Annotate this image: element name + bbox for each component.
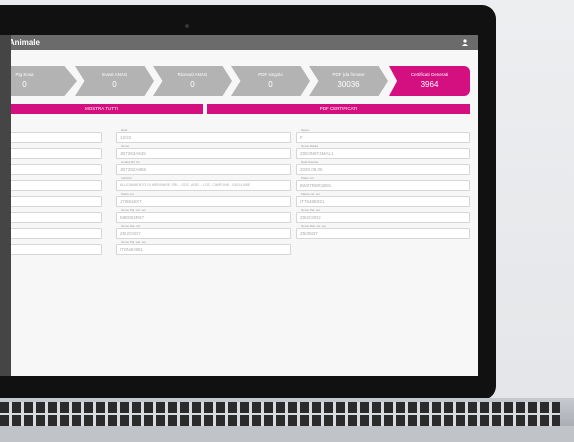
- field-label: Nome Pat. ser: [300, 208, 322, 212]
- step-value: 0: [268, 80, 273, 89]
- laptop-edge: [0, 426, 574, 442]
- keyboard: [0, 402, 560, 428]
- field-value: Z5I2C8O7: [120, 231, 141, 236]
- camera-dot: [185, 24, 189, 28]
- field-label: Data: [120, 128, 129, 132]
- pdf-certificates-button[interactable]: PDF CERTIFICATI: [207, 104, 470, 114]
- sidebar-strip: [0, 35, 11, 376]
- step-value: 0: [190, 80, 195, 89]
- step-pdf-singolo[interactable]: PDF singolo 0: [231, 66, 310, 96]
- field-value: Z0E3N9T4MAL1: [300, 151, 334, 156]
- nome-madre-field[interactable]: Nome Madre Z0E3N9T4MAL1: [296, 144, 470, 159]
- field-label: Nome: [120, 144, 131, 148]
- nome-pat-pat-field[interactable]: Nome Pat. pat. ser IT0N4H951: [116, 240, 291, 255]
- field-label: Nome Mat. col. ser: [300, 224, 328, 228]
- field-label: Codice Ril. Ex: [120, 160, 141, 164]
- field-label: Indirizzo: [120, 176, 134, 180]
- step-pig-sosa[interactable]: Pig Sosa 0: [0, 66, 77, 96]
- field-value: M6D0I4R67: [120, 215, 145, 220]
- step-value: 0: [112, 80, 117, 89]
- field-value: JB728ZA865: [120, 167, 147, 172]
- step-invest[interactable]: Invest ANAG 0: [75, 66, 154, 96]
- step-label: Certificati Generati: [410, 72, 449, 77]
- field-label: Data Nascita: [300, 160, 320, 164]
- keyboard-row-divider: [0, 413, 560, 415]
- field-label: Padre col.: [300, 176, 316, 180]
- show-all-button[interactable]: MOSTRA TUTTI: [0, 104, 203, 114]
- indirizzo-field[interactable]: Indirizzo ALLEVAMENTO DI MERIVARE SRL - S…: [116, 176, 291, 191]
- field-label: Nome Pat. pat. ser: [120, 240, 148, 244]
- field-label: Nome Madre: [300, 144, 320, 148]
- left-field-1[interactable]: [0, 132, 102, 143]
- step-pdf-firmare[interactable]: PDF (da firmare 30036: [309, 66, 388, 96]
- background: [490, 0, 574, 442]
- step-value: 0: [22, 80, 27, 89]
- nome-pat-ser-field[interactable]: Nome Pat. ser Z0I2C8O2: [296, 208, 470, 223]
- step-value: 3964: [420, 80, 439, 89]
- step-label: Invest ANAG: [101, 72, 128, 77]
- left-field-2[interactable]: [0, 148, 102, 159]
- madre-col-field[interactable]: Madre col. ser IT7548E821: [296, 192, 470, 207]
- field-value: IT7548E821: [300, 199, 325, 204]
- step-value: 30036: [337, 80, 360, 89]
- codice-field[interactable]: Codice Ril. Ex JB728ZA865: [116, 160, 291, 175]
- left-field-5[interactable]: [0, 196, 102, 207]
- step-label: Pig Sosa: [15, 72, 34, 77]
- step-ricevuti[interactable]: Ricevuti ANAG 0: [153, 66, 232, 96]
- field-value: J7I6916X7: [120, 199, 142, 204]
- user-icon[interactable]: [462, 39, 468, 46]
- nome-nat-field[interactable]: Nome Nat. col. Z5I2C8O7: [116, 224, 291, 239]
- field-value: F: [300, 135, 303, 140]
- field-value: Z0I2C8O2: [300, 215, 321, 220]
- step-label: PDF singolo: [258, 72, 283, 77]
- field-value: ALLEVAMENTO DI MERIVARE SRL - SOC. AGR. …: [120, 183, 251, 187]
- padre-col-field[interactable]: Padre col. 8W27R6R1B91: [296, 176, 470, 191]
- field-value: Z5I3M37: [300, 231, 318, 236]
- app-screen: ti Animale Pig Sosa 0 Invest ANAG 0 Ricevu…: [0, 35, 478, 376]
- nome-field[interactable]: Nome JB7283A845: [116, 144, 291, 159]
- left-field-4[interactable]: [0, 180, 102, 191]
- left-field-6[interactable]: [0, 212, 102, 223]
- nome-pat-field[interactable]: Nome Pat. col. ser M6D0I4R67: [116, 208, 291, 223]
- field-label: Madre col. ser: [300, 192, 322, 196]
- field-value: 8W27R6R1B91: [300, 183, 332, 188]
- step-label: Ricevuti ANAG: [177, 72, 208, 77]
- left-field-3[interactable]: [0, 164, 102, 175]
- padre-field[interactable]: Padre col. J7I6916X7: [116, 192, 291, 207]
- step-label: PDF (da firmare: [332, 72, 365, 77]
- field-value: 12/22: [120, 135, 132, 140]
- field-label: Padre col.: [120, 192, 136, 196]
- step-certificati[interactable]: Certificati Generati 3964: [389, 66, 470, 96]
- field-label: Sesso: [300, 128, 311, 132]
- field-value: JB7283A845: [120, 151, 146, 156]
- field-label: Nome Pat. col. ser: [120, 208, 147, 212]
- field-value: IT0N4H951: [120, 247, 144, 252]
- data-field[interactable]: Data 12/22: [116, 128, 291, 143]
- left-field-7[interactable]: [0, 228, 102, 239]
- field-label: Nome Nat. col.: [120, 224, 142, 228]
- data-nascita-field[interactable]: Data Nascita 2020.09.05: [296, 160, 470, 175]
- nome-mat-field[interactable]: Nome Mat. col. ser Z5I3M37: [296, 224, 470, 239]
- title-bar: ti Animale: [0, 35, 478, 50]
- field-value: 2020.09.05: [300, 167, 323, 172]
- left-field-8[interactable]: [0, 244, 102, 255]
- progress-steps: Pig Sosa 0 Invest ANAG 0 Ricevuti ANAG 0 PD…: [0, 66, 478, 100]
- sesso-field[interactable]: Sesso F: [296, 128, 470, 143]
